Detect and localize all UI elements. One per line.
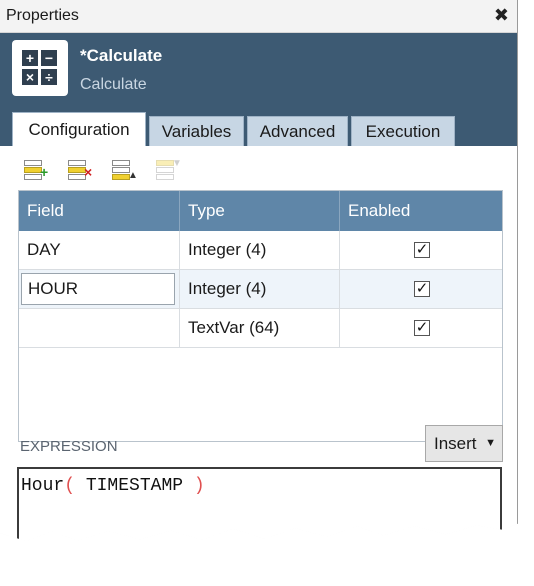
enabled-checkbox[interactable]: ✓ [414, 320, 430, 336]
add-row-icon[interactable]: + [22, 158, 50, 182]
enabled-checkbox[interactable]: ✓ [414, 281, 430, 297]
node-title: *Calculate [80, 46, 163, 65]
window-title: Properties [6, 7, 79, 24]
tab-configuration[interactable]: Configuration [12, 112, 146, 146]
expression-editor[interactable]: Hour( TIMESTAMP ) [17, 467, 502, 541]
tab-variables[interactable]: Variables [149, 116, 244, 146]
insert-button-label: Insert [434, 434, 477, 453]
cell-enabled: ✓ [340, 270, 502, 308]
node-header: + − × ÷ *Calculate Calculate Configurati… [0, 33, 517, 146]
table-row[interactable]: HOUR Integer (4) ✓ [19, 270, 502, 309]
expression-label: EXPRESSION [20, 438, 118, 455]
calculator-icon: + − × ÷ [12, 40, 68, 96]
code-paren-close: ) [193, 476, 205, 496]
filter-rows-icon: ▼ [154, 158, 182, 182]
close-icon[interactable]: ✖ [494, 5, 509, 26]
column-header-field[interactable]: Field [19, 191, 180, 231]
table-row[interactable]: TextVar (64) ✓ [19, 309, 502, 348]
cell-type[interactable]: Integer (4) [180, 231, 340, 269]
chevron-down-icon: ▼ [485, 437, 496, 449]
code-argument: TIMESTAMP [75, 476, 194, 496]
enabled-checkbox[interactable]: ✓ [414, 242, 430, 258]
configuration-pane: + × ▲ ▼ Field Type Enabled DAY Integer (… [0, 146, 517, 541]
grid-header: Field Type Enabled [19, 191, 502, 231]
sort-rows-icon[interactable]: ▲ [110, 158, 138, 182]
cell-type[interactable]: TextVar (64) [180, 309, 340, 347]
cell-field[interactable]: HOUR [19, 270, 180, 308]
cell-field[interactable]: DAY [19, 231, 180, 269]
code-paren-open: ( [64, 476, 76, 496]
title-bar: Properties ✖ [0, 0, 517, 33]
column-header-type[interactable]: Type [180, 191, 340, 231]
node-subtitle: Calculate [80, 76, 147, 93]
cell-enabled: ✓ [340, 231, 502, 269]
column-header-enabled[interactable]: Enabled [340, 191, 502, 231]
cell-field[interactable] [19, 309, 180, 347]
cell-enabled: ✓ [340, 309, 502, 347]
properties-panel: Properties ✖ + − × ÷ *Calculate Calculat… [0, 0, 518, 541]
table-row[interactable]: DAY Integer (4) ✓ [19, 231, 502, 270]
delete-row-icon[interactable]: × [66, 158, 94, 182]
cell-type[interactable]: Integer (4) [180, 270, 340, 308]
tab-execution[interactable]: Execution [351, 116, 455, 146]
fields-grid: Field Type Enabled DAY Integer (4) ✓ HOU… [18, 190, 503, 442]
code-function: Hour [21, 476, 65, 496]
field-name-input[interactable]: HOUR [21, 273, 175, 305]
insert-button[interactable]: Insert ▼ [425, 425, 503, 462]
tab-advanced[interactable]: Advanced [247, 116, 348, 146]
